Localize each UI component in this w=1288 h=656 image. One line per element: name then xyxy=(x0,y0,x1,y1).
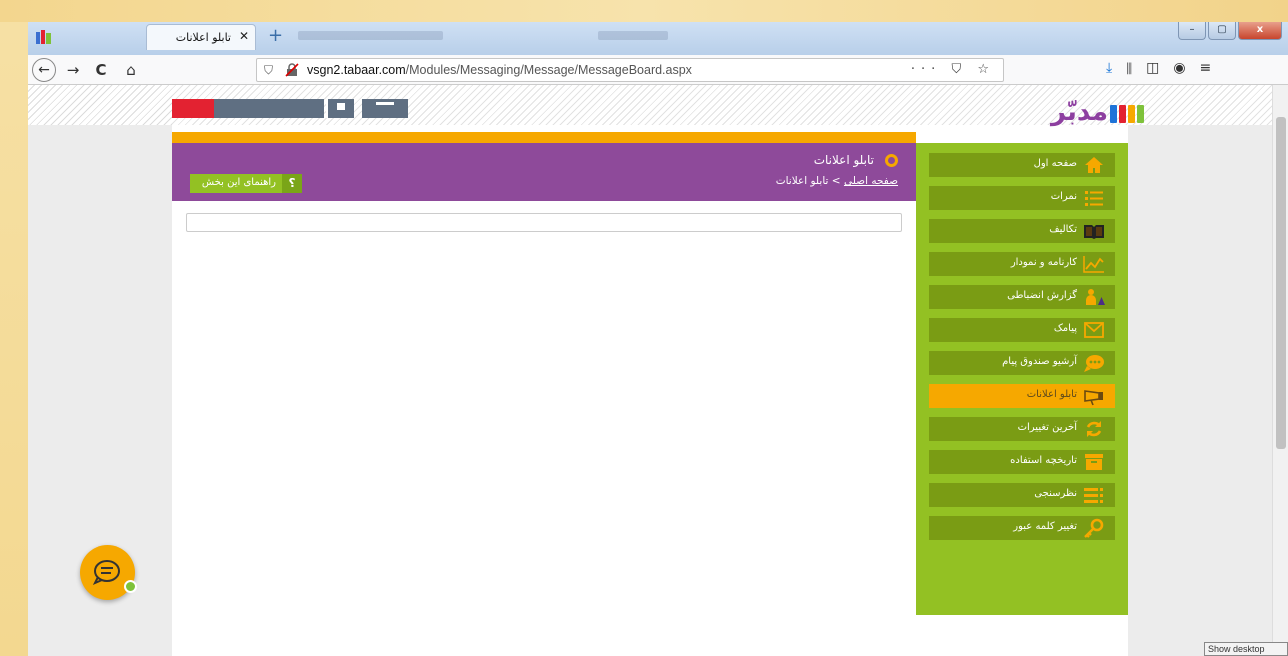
forward-button[interactable]: → xyxy=(62,60,84,80)
sidebar-item-label: نمرات xyxy=(1050,191,1077,202)
browser-window: تابلو اعلانات ✕ + – ▢ x ← → C ⌂ ⛉ vsgn2.… xyxy=(28,22,1288,656)
sidebar-item-label: تکالیف xyxy=(1049,224,1077,235)
sidebar-item-label: آرشیو صندوق پیام xyxy=(1002,356,1077,367)
sidebar-item-recent-changes[interactable]: آخرین تغییرات xyxy=(929,417,1115,441)
reload-button[interactable]: C xyxy=(90,60,112,80)
page-title: تابلو اعلانات xyxy=(813,153,874,167)
tab-title: تابلو اعلانات xyxy=(175,31,231,44)
help-button-label: راهنمای این بخش xyxy=(201,177,276,188)
scrollbar-thumb[interactable] xyxy=(1276,117,1286,449)
url-domain: vsgn2.tabaar.com xyxy=(307,63,406,77)
help-question-icon: ؟ xyxy=(282,174,302,193)
desktop-background-left xyxy=(0,22,28,656)
show-desktop-tooltip: Show desktop xyxy=(1204,642,1288,656)
sidebar-item-label: گزارش انضباطی xyxy=(1007,290,1077,301)
browser-titlebar: تابلو اعلانات ✕ + – ▢ x xyxy=(28,22,1288,55)
top-strip-button[interactable] xyxy=(326,99,354,118)
chart-line-icon xyxy=(1083,256,1104,273)
sidebar-item-label: تغییر کلمه عبور xyxy=(1013,521,1077,532)
url-text[interactable]: vsgn2.tabaar.com/Modules/Messaging/Messa… xyxy=(307,63,692,77)
speech-bubble-icon xyxy=(1084,355,1104,372)
book-icon xyxy=(1084,225,1104,239)
main-content: تابلو اعلانات صفحه اصلی > تابلو اعلانات … xyxy=(172,143,916,656)
breadcrumb-separator: > xyxy=(831,175,841,187)
url-path: /Modules/Messaging/Message/MessageBoard.… xyxy=(405,63,692,77)
new-tab-button[interactable]: + xyxy=(268,25,283,46)
sidebar-icon[interactable]: ◫ xyxy=(1146,60,1173,76)
megaphone-icon xyxy=(1084,390,1103,406)
key-icon xyxy=(1084,518,1104,538)
background-window-title xyxy=(598,31,668,40)
sidebar-item-usage-history[interactable]: تاریخچه استفاده xyxy=(929,450,1115,474)
archive-box-icon xyxy=(1085,454,1103,470)
list-numbered-icon xyxy=(1085,191,1103,206)
breadcrumb-current: تابلو اعلانات xyxy=(775,175,829,187)
sidebar-item-sms[interactable]: پیامک xyxy=(929,318,1115,342)
sidebar-item-label: نظرسنجی xyxy=(1034,488,1077,499)
logo-text: مدبّر xyxy=(1050,97,1108,127)
sidebar-item-noticeboard[interactable]: تابلو اعلانات xyxy=(929,384,1115,408)
tab-close-icon[interactable]: ✕ xyxy=(239,29,249,43)
breadcrumb: صفحه اصلی > تابلو اعلانات xyxy=(776,175,898,187)
sidebar-item-home[interactable]: صفحه اول xyxy=(929,153,1115,177)
window-controls: – ▢ x xyxy=(1178,22,1282,40)
logo-books-icon xyxy=(1110,105,1144,123)
sidebar-item-message-archive[interactable]: آرشیو صندوق پیام xyxy=(929,351,1115,375)
sidebar-item-homework[interactable]: تکالیف xyxy=(929,219,1115,243)
library-icon[interactable]: ⫴ xyxy=(1126,60,1146,76)
site-logo[interactable]: مدبّر xyxy=(994,97,1144,129)
content-top-bar xyxy=(172,132,916,143)
envelope-icon xyxy=(1084,322,1104,338)
browser-navbar: ← → C ⌂ ⛉ vsgn2.tabaar.com/Modules/Messa… xyxy=(28,55,1288,85)
sidebar-item-label: تابلو اعلانات xyxy=(1026,389,1077,400)
top-strip-red xyxy=(172,99,214,118)
browser-tab-active[interactable]: تابلو اعلانات ✕ xyxy=(146,24,256,50)
page-actions[interactable]: ··· ⛉ ☆ xyxy=(911,62,995,77)
sidebar-item-label: تاریخچه استفاده xyxy=(1010,455,1077,466)
page-scrollbar[interactable] xyxy=(1272,85,1288,656)
sidebar-item-discipline[interactable]: گزارش انضباطی xyxy=(929,285,1115,309)
maximize-button[interactable]: ▢ xyxy=(1208,22,1236,40)
title-bullet-icon xyxy=(885,154,898,167)
survey-list-icon xyxy=(1084,488,1103,503)
web-page: مدبّر تابلو اعلانات صفحه اصلی > تابلو اع… xyxy=(28,85,1272,656)
sidebar-item-grades[interactable]: نمرات xyxy=(929,186,1115,210)
sidebar-item-reportcard[interactable]: کارنامه و نمودار xyxy=(929,252,1115,276)
browser-toolbar-icons: ⤓⫴◫◉≡ xyxy=(1106,60,1225,76)
refresh-icon xyxy=(1086,421,1102,437)
sidebar-item-label: صفحه اول xyxy=(1033,158,1077,169)
download-icon[interactable]: ⤓ xyxy=(1106,60,1126,76)
desktop-background-top xyxy=(0,0,1288,22)
sidebar-item-survey[interactable]: نظرسنجی xyxy=(929,483,1115,507)
minimize-button[interactable]: – xyxy=(1178,22,1206,40)
sidebar-item-change-password[interactable]: تغییر کلمه عبور xyxy=(929,516,1115,540)
sidebar-menu: صفحه اول نمرات تکالیف کارنامه و نمودار گ… xyxy=(916,143,1128,615)
background-window-title xyxy=(298,31,443,40)
home-button[interactable]: ⌂ xyxy=(120,60,142,80)
close-window-button[interactable]: x xyxy=(1238,22,1282,40)
url-bar[interactable]: ⛉ vsgn2.tabaar.com/Modules/Messaging/Mes… xyxy=(256,58,1004,82)
page-header: تابلو اعلانات صفحه اصلی > تابلو اعلانات … xyxy=(172,143,916,201)
sidebar-item-label: آخرین تغییرات xyxy=(1017,422,1077,433)
home-icon xyxy=(1085,157,1103,173)
app-icon xyxy=(36,30,51,44)
header-pattern-left xyxy=(28,85,172,125)
top-strip-user[interactable] xyxy=(214,99,324,118)
online-status-dot xyxy=(124,580,137,593)
account-icon[interactable]: ◉ xyxy=(1173,60,1199,76)
menu-icon[interactable]: ≡ xyxy=(1200,60,1226,76)
message-board-panel xyxy=(186,213,902,232)
insecure-lock-icon[interactable] xyxy=(285,63,299,77)
help-button[interactable]: ؟ راهنمای این بخش xyxy=(190,174,302,193)
sidebar-item-label: پیامک xyxy=(1053,323,1077,334)
discipline-icon xyxy=(1086,289,1105,305)
sidebar-item-label: کارنامه و نمودار xyxy=(1010,257,1077,268)
tracking-shield-icon[interactable]: ⛉ xyxy=(264,63,273,78)
breadcrumb-home-link[interactable]: صفحه اصلی xyxy=(844,175,898,187)
top-strip-button[interactable] xyxy=(362,99,408,118)
page-gutter-right xyxy=(1128,125,1272,656)
back-button[interactable]: ← xyxy=(32,58,56,82)
